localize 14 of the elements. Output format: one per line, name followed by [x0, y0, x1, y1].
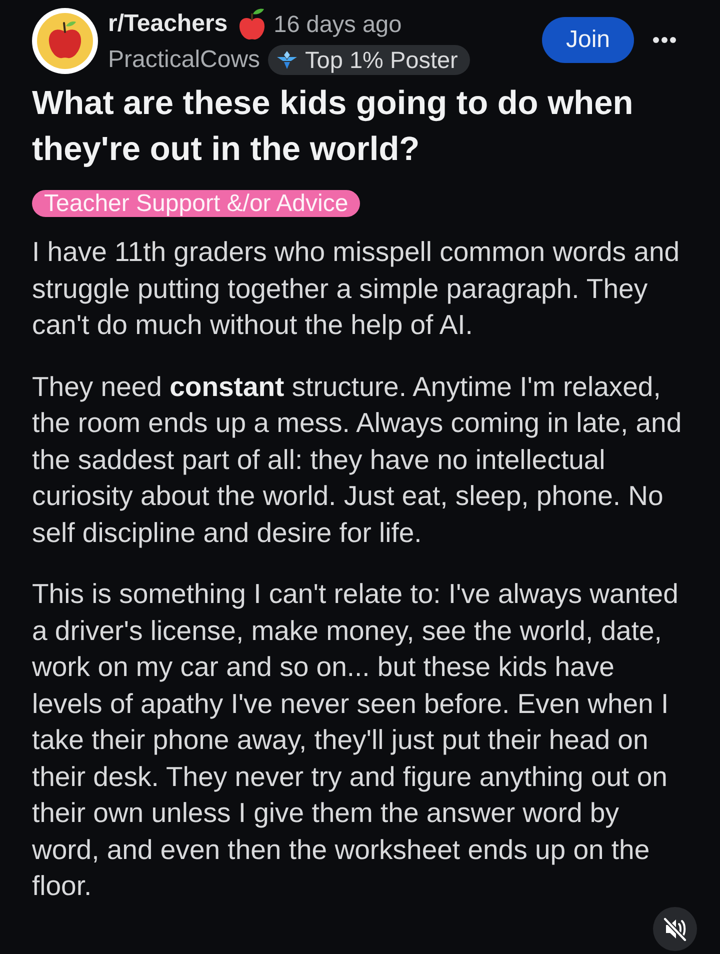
- post-title: What are these kids going to do when they're out in the world?: [32, 84, 634, 170]
- muted-speaker-icon[interactable]: [653, 907, 697, 951]
- author-name[interactable]: PracticalCows: [108, 46, 260, 74]
- subreddit-name[interactable]: r/Teachers: [108, 10, 228, 38]
- body-paragraph: They need constant structure. Anytime I'm relaxed, the room ends up a mess. Always coming in late, and the saddest part of all: they have no intellectual curiosity about the world. Just eat, sleep, phone. No self discipline and desire for life.: [32, 370, 683, 550]
- apple-avatar-icon: [32, 8, 98, 74]
- poster-badge: Top 1% Poster: [268, 45, 470, 75]
- post-time: 16 days ago: [274, 10, 402, 38]
- body-paragraph: This is something I can't relate to: I've always wanted a driver's license, make money, see the world, date, work on my car and so on... but these kids have levels of apathy I've never seen before. Even when I take their phone away, they'll just put their head on their desk. They never try and figure anything out on their own unless I give them the answer word by word, and even then the worksheet ends up on the floor.: [32, 577, 680, 903]
- body-paragraph: I have 11th graders who misspell common words and struggle putting together a simple paragraph. They can't do much without the help of AI.: [32, 235, 681, 342]
- winged-diamond-icon: [277, 51, 298, 69]
- more-options-icon[interactable]: [653, 37, 676, 43]
- join-button[interactable]: Join: [542, 17, 634, 63]
- apple-icon: [238, 8, 266, 40]
